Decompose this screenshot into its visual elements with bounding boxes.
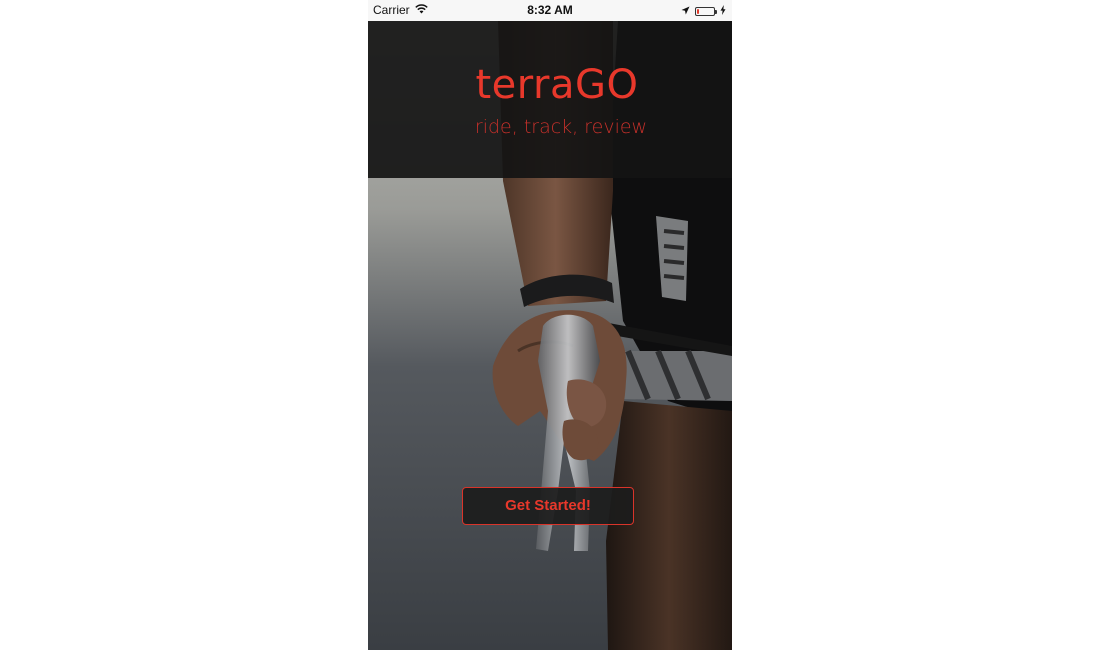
location-arrow-icon <box>681 4 690 18</box>
status-time: 8:32 AM <box>527 3 573 17</box>
app-tagline: ride, track, review <box>474 116 648 138</box>
bolt-icon <box>720 4 726 18</box>
status-bar: Carrier 8:32 AM <box>368 0 732 21</box>
phone-screen: Carrier 8:32 AM terraGO ride, track, rev… <box>368 0 732 650</box>
battery-icon <box>695 6 717 16</box>
app-title: terraGO <box>475 62 639 108</box>
page: Carrier 8:32 AM terraGO ride, track, rev… <box>0 0 1100 650</box>
battery-level <box>697 8 699 14</box>
battery-cap <box>715 9 717 14</box>
get-started-button[interactable]: Get Started! <box>462 487 634 525</box>
status-right <box>681 4 726 18</box>
